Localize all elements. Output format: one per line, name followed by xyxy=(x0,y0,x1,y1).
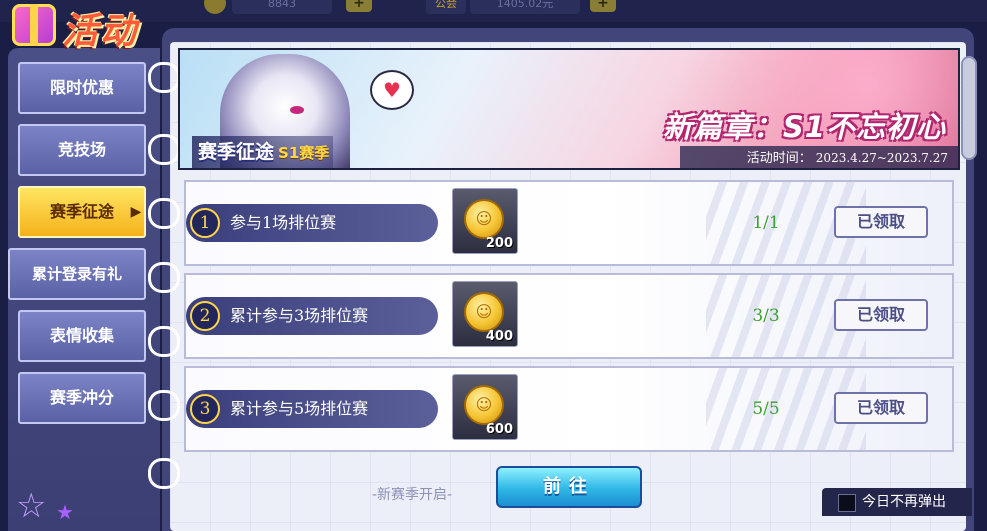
task-row: 2 累计参与3场排位赛 ☺ 400 3/3 已领取 xyxy=(184,273,954,359)
banner-tag-main: 赛季征途 xyxy=(198,141,275,163)
task-number: 3 xyxy=(190,394,220,424)
task-label: 累计参与3场排位赛 xyxy=(230,306,369,325)
currency-value: 8843 xyxy=(232,0,332,14)
event-time-label: 活动时间： xyxy=(746,151,812,166)
guild-value: 1405.02元 xyxy=(470,0,580,14)
task-label: 累计参与5场排位赛 xyxy=(230,399,369,418)
coin-icon: ☺ xyxy=(464,385,504,425)
add-guild-button[interactable]: + xyxy=(590,0,616,12)
reward-item[interactable]: ☺ 400 xyxy=(452,281,518,347)
banner-tag-season: S1赛季 xyxy=(278,144,330,162)
active-arrow-icon: ▶ xyxy=(130,204,142,220)
sidebar-item-emote-collection[interactable]: 表情收集 xyxy=(18,310,146,362)
banner-headline: 新篇章：S1不忘初心 xyxy=(662,110,946,144)
reward-item[interactable]: ☺ 600 xyxy=(452,374,518,440)
task-row: 3 累计参与5场排位赛 ☺ 600 5/5 已领取 xyxy=(184,366,954,452)
no-popup-toggle[interactable]: 今日不再弹出 xyxy=(822,488,972,516)
scrollbar[interactable] xyxy=(961,56,977,160)
banner-tag: 赛季征途 S1赛季 xyxy=(192,136,334,168)
sidebar-item-label: 限时优惠 xyxy=(49,78,114,97)
sidebar-item-arena[interactable]: 竞技场 xyxy=(18,124,146,176)
event-time-value: 2023.4.27~2023.7.27 xyxy=(815,151,948,165)
event-time: 活动时间： 2023.4.27~2023.7.27 xyxy=(680,146,958,168)
sidebar-item-season-rank-push[interactable]: 赛季冲分 xyxy=(18,372,146,424)
coin-icon: ☺ xyxy=(464,199,504,239)
sidebar-item-limited-offer[interactable]: 限时优惠 xyxy=(18,62,146,114)
add-currency-button[interactable]: + xyxy=(346,0,372,12)
sidebar-item-label: 累计登录有礼 xyxy=(31,265,122,283)
sidebar-item-season-journey[interactable]: 赛季征途 ▶ xyxy=(18,186,146,238)
task-number: 1 xyxy=(190,208,220,238)
reward-amount: 400 xyxy=(485,329,513,344)
claimed-button[interactable]: 已领取 xyxy=(834,206,928,238)
season-hint: -新赛季开启- xyxy=(372,487,453,503)
sidebar-item-label: 竞技场 xyxy=(57,140,106,159)
task-label-pill: 1 参与1场排位赛 xyxy=(186,204,438,242)
sidebar-item-label: 赛季冲分 xyxy=(49,388,114,407)
guild-label: 公会 xyxy=(426,0,466,14)
task-progress: 1/1 xyxy=(752,213,780,233)
event-logo: 活动 xyxy=(8,0,178,52)
reward-amount: 600 xyxy=(485,422,513,437)
page-title: 活动 xyxy=(62,10,139,52)
coin-icon xyxy=(204,0,226,14)
sidebar-item-login-rewards[interactable]: 累计登录有礼 xyxy=(8,248,146,300)
task-label-pill: 2 累计参与3场排位赛 xyxy=(186,297,438,335)
sidebar-item-label: 赛季征途 xyxy=(49,202,114,221)
claimed-button[interactable]: 已领取 xyxy=(834,299,928,331)
coin-icon: ☺ xyxy=(464,292,504,332)
heart-icon: ♥ xyxy=(370,70,414,110)
no-popup-label: 今日不再弹出 xyxy=(862,494,946,510)
task-number: 2 xyxy=(190,301,220,331)
task-row: 1 参与1场排位赛 ☺ 200 1/1 已领取 xyxy=(184,180,954,266)
task-progress: 3/3 xyxy=(752,306,780,326)
task-progress: 5/5 xyxy=(752,399,780,419)
star-decoration-icon: ☆ ★ xyxy=(16,486,74,526)
sidebar-item-label: 表情收集 xyxy=(49,326,114,345)
event-banner: ♥ 赛季征途 S1赛季 新篇章：S1不忘初心 活动时间： 2023.4.27~202… xyxy=(178,48,960,170)
reward-amount: 200 xyxy=(485,236,513,251)
checkbox[interactable] xyxy=(838,494,856,512)
task-label-pill: 3 累计参与5场排位赛 xyxy=(186,390,438,428)
gift-box-icon xyxy=(12,4,56,46)
claimed-button[interactable]: 已领取 xyxy=(834,392,928,424)
task-label: 参与1场排位赛 xyxy=(230,213,337,232)
go-button[interactable]: 前往 xyxy=(496,466,642,508)
reward-item[interactable]: ☺ 200 xyxy=(452,188,518,254)
